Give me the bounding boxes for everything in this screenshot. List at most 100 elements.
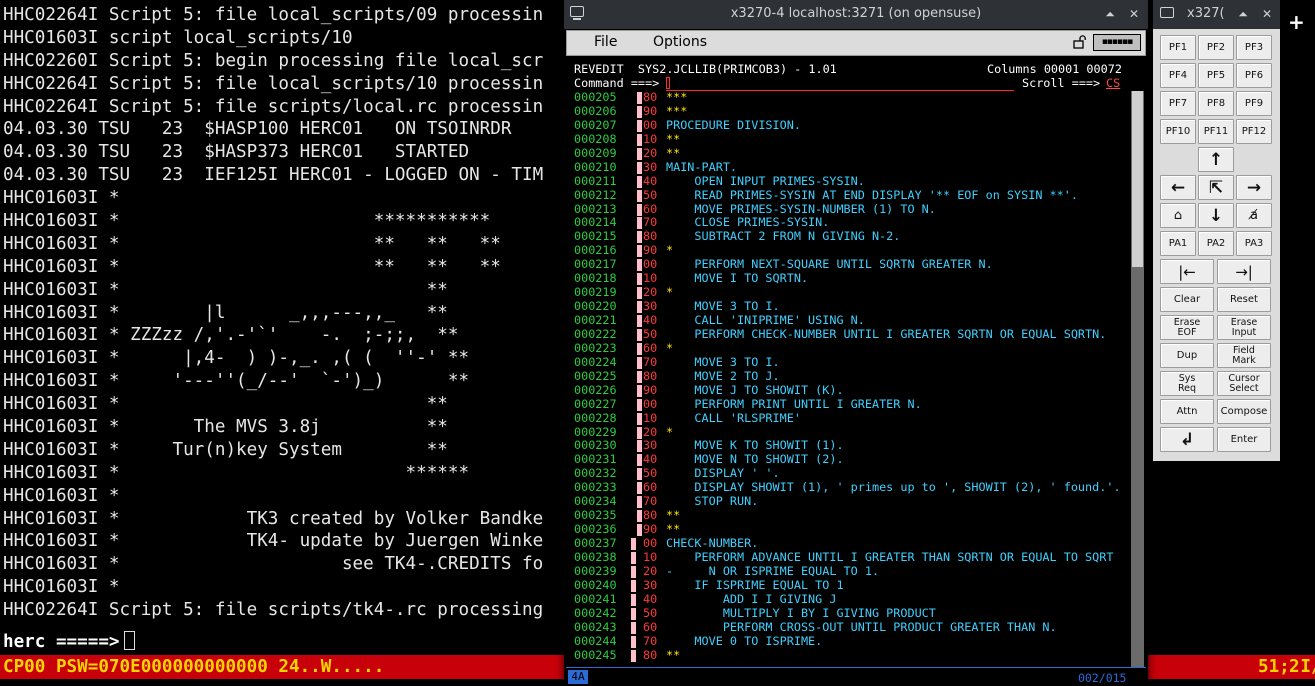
source-line[interactable]: 000216 90 * — [574, 243, 1130, 258]
source-line[interactable]: 000228 10 CALL 'RLSPRIME' — [574, 411, 1130, 426]
source-text[interactable]: ** — [666, 508, 680, 523]
line-number[interactable]: 000212 — [574, 188, 617, 203]
erase-input-button[interactable]: Erase Input — [1217, 315, 1271, 340]
source-line[interactable]: 000239 20 - N OR ISPRIME EQUAL TO 1. — [574, 564, 1130, 579]
insert-button[interactable]: ⌂ — [1160, 203, 1196, 228]
line-number[interactable]: 000233 — [574, 480, 617, 495]
source-line[interactable]: 000211 40 OPEN INPUT PRIMES-SYSIN. — [574, 174, 1130, 189]
source-line[interactable]: 000224 70 MOVE 3 TO I. — [574, 355, 1130, 370]
terminal-screen[interactable]: REVEDIT SYS2.JCLLIB(PRIMCOB3) - 1.01 Col… — [566, 58, 1146, 686]
source-text[interactable]: IF ISPRIME EQUAL TO 1 — [666, 578, 843, 593]
shade-icon[interactable]: ⏶ — [1102, 6, 1118, 22]
line-number[interactable]: 000226 — [574, 383, 617, 398]
source-text[interactable]: CALL 'INIPRIME' USING N. — [666, 313, 864, 328]
line-number[interactable]: 000231 — [574, 452, 617, 467]
source-text[interactable]: MOVE I TO SQRTN. — [666, 271, 808, 286]
source-text[interactable]: *** — [666, 104, 687, 119]
line-number[interactable]: 000209 — [574, 146, 617, 161]
source-text[interactable]: MOVE N TO SHOWIT (2). — [666, 452, 843, 467]
source-line[interactable]: 000245 80 ** — [574, 648, 1130, 663]
line-number[interactable]: 000214 — [574, 215, 617, 230]
newline-button[interactable]: ↲ — [1160, 427, 1214, 452]
sys-req-button[interactable]: Sys Req — [1160, 371, 1214, 396]
x3270-titlebar[interactable]: x3270-4 localhost:3271 (on opensuse) ⏶ ✕ — [564, 0, 1148, 29]
pf6-button[interactable]: PF6 — [1236, 63, 1272, 88]
line-number[interactable]: 000211 — [574, 174, 617, 189]
source-line[interactable]: 000237 00 CHECK-NUMBER. — [574, 536, 1130, 551]
source-text[interactable]: MOVE 3 TO I. — [666, 355, 779, 370]
line-number[interactable]: 000217 — [574, 257, 617, 272]
cursor-left-button[interactable]: ← — [1160, 175, 1196, 200]
line-number[interactable]: 000219 — [574, 285, 617, 300]
line-number[interactable]: 000236 — [574, 522, 617, 537]
source-text[interactable]: DISPLAY SHOWIT (1), ' primes up to ', SH… — [666, 480, 1120, 495]
source-line[interactable]: 000219 20 * — [574, 285, 1130, 300]
source-text[interactable]: MOVE PRIMES-SYSIN-NUMBER (1) TO N. — [666, 202, 935, 217]
pf12-button[interactable]: PF12 — [1236, 119, 1272, 144]
source-line[interactable]: 000232 50 DISPLAY ' '. — [574, 466, 1130, 481]
source-text[interactable]: ** — [666, 522, 680, 537]
source-text[interactable]: ** — [666, 146, 680, 161]
line-number[interactable]: 000218 — [574, 271, 617, 286]
source-line[interactable]: 000240 30 IF ISPRIME EQUAL TO 1 — [574, 578, 1130, 593]
source-line[interactable]: 000215 80 SUBTRACT 2 FROM N GIVING N-2. — [574, 229, 1130, 244]
source-text[interactable]: MAIN-PART. — [666, 160, 737, 175]
line-number[interactable]: 000216 — [574, 243, 617, 258]
keyboard-icon[interactable]: ▪▪▪▪▪▪ — [1093, 34, 1141, 51]
scroll-amount-input[interactable]: CS — [1106, 76, 1120, 90]
line-number[interactable]: 000220 — [574, 299, 617, 314]
pa2-button[interactable]: PA2 — [1198, 231, 1234, 256]
line-number[interactable]: 000239 — [574, 564, 617, 579]
source-line[interactable]: 000222 50 PERFORM CHECK-NUMBER UNTIL I GR… — [574, 327, 1130, 342]
source-line[interactable]: 000209 20 ** — [574, 146, 1130, 161]
backtab-button[interactable]: |← — [1160, 259, 1214, 284]
source-text[interactable]: PERFORM NEXT-SQUARE UNTIL SQRTN GREATER … — [666, 257, 992, 272]
line-number[interactable]: 000244 — [574, 634, 617, 649]
line-number[interactable]: 000215 — [574, 229, 617, 244]
line-number[interactable]: 000229 — [574, 425, 617, 440]
line-number[interactable]: 000206 — [574, 104, 617, 119]
enter-button[interactable]: Enter — [1217, 427, 1271, 452]
source-text[interactable]: ** — [666, 648, 680, 663]
source-text[interactable]: OPEN INPUT PRIMES-SYSIN. — [666, 174, 864, 189]
menu-options[interactable]: Options — [653, 34, 707, 50]
source-text[interactable]: MOVE 3 TO I. — [666, 299, 779, 314]
source-line[interactable]: 000214 70 CLOSE PRIMES-SYSIN. — [574, 215, 1130, 230]
source-text[interactable]: READ PRIMES-SYSIN AT END DISPLAY '** EOF… — [666, 188, 1078, 203]
tab-button[interactable]: →| — [1217, 259, 1271, 284]
source-text[interactable]: * — [666, 425, 673, 440]
pf4-button[interactable]: PF4 — [1160, 63, 1196, 88]
source-line[interactable]: 000221 40 CALL 'INIPRIME' USING N. — [574, 313, 1130, 328]
cursor-select-button[interactable]: Cursor Select — [1217, 371, 1271, 396]
shade-icon[interactable]: ⏶ — [1235, 6, 1251, 22]
source-text[interactable]: CHECK-NUMBER. — [666, 536, 758, 551]
line-number[interactable]: 000213 — [574, 202, 617, 217]
source-line[interactable]: 000244 70 MOVE 0 TO ISPRIME. — [574, 634, 1130, 649]
source-text[interactable]: ** — [666, 132, 680, 147]
source-text[interactable]: PERFORM PRINT UNTIL I GREATER N. — [666, 397, 921, 412]
source-line[interactable]: 000210 30 MAIN-PART. — [574, 160, 1130, 175]
console-prompt[interactable]: herc =====> — [3, 631, 135, 654]
pf10-button[interactable]: PF10 — [1160, 119, 1196, 144]
source-line[interactable]: 000218 10 MOVE I TO SQRTN. — [574, 271, 1130, 286]
reset-button[interactable]: Reset — [1217, 287, 1271, 312]
source-text[interactable]: * — [666, 243, 673, 258]
pa3-button[interactable]: PA3 — [1236, 231, 1272, 256]
compose-button[interactable]: Compose — [1217, 399, 1271, 424]
close-icon[interactable]: ✕ — [1259, 6, 1275, 22]
menu-file[interactable]: File — [594, 34, 617, 50]
unlock-icon[interactable] — [1073, 35, 1087, 49]
line-number[interactable]: 000227 — [574, 397, 617, 412]
pa1-button[interactable]: PA1 — [1160, 231, 1196, 256]
line-number[interactable]: 000235 — [574, 508, 617, 523]
close-icon[interactable]: ✕ — [1126, 6, 1142, 22]
source-line[interactable]: 000243 60 PERFORM CROSS-OUT UNTIL PRODUCT… — [574, 620, 1130, 635]
source-line[interactable]: 000207 00 PROCEDURE DIVISION. — [574, 118, 1130, 133]
pf11-button[interactable]: PF11 — [1198, 119, 1234, 144]
source-text[interactable]: CLOSE PRIMES-SYSIN. — [666, 215, 829, 230]
line-number[interactable]: 000234 — [574, 494, 617, 509]
source-line[interactable]: 000242 50 MULTIPLY I BY I GIVING PRODUCT — [574, 606, 1130, 621]
delete-button[interactable]: a̸ — [1236, 203, 1272, 228]
line-number[interactable]: 000232 — [574, 466, 617, 481]
source-text[interactable]: MOVE K TO SHOWIT (1). — [666, 438, 843, 453]
